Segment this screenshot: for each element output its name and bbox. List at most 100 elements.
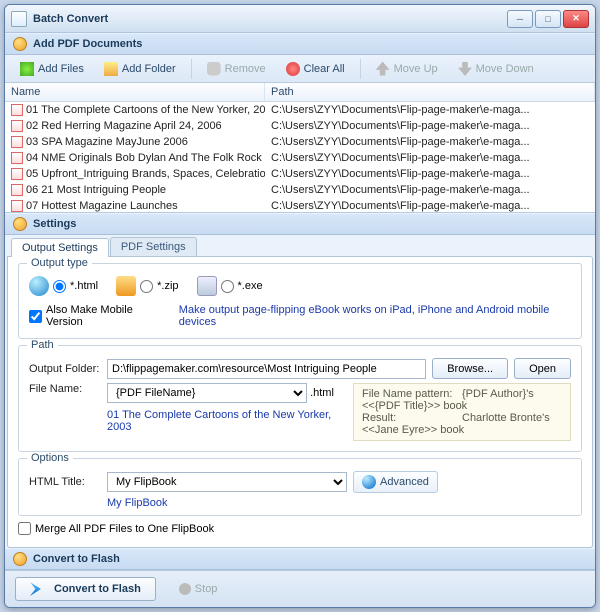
path-group: Path Output Folder: Browse... Open File … [18, 345, 582, 452]
group-label: Output type [27, 257, 92, 269]
path-column-header[interactable]: Path [265, 83, 595, 101]
remove-icon [207, 62, 221, 76]
table-row[interactable]: 05 Upfront_Intriguing Brands, Spaces, Ce… [5, 166, 595, 182]
clear-all-button[interactable]: Clear All [277, 58, 354, 80]
zip-radio[interactable] [140, 280, 153, 293]
html-title-select[interactable]: My FlipBook [107, 472, 347, 492]
table-row[interactable]: 03 SPA Magazine MayJune 2006C:\Users\ZYY… [5, 134, 595, 150]
merge-checkbox[interactable] [18, 522, 31, 535]
zip-icon [116, 276, 136, 296]
section-label: Convert to Flash [33, 553, 120, 565]
html-title-label: HTML Title: [29, 476, 101, 488]
exe-radio[interactable] [221, 280, 234, 293]
add-folder-button[interactable]: Add Folder [95, 58, 185, 80]
pdf-icon [11, 200, 23, 212]
browse-button[interactable]: Browse... [432, 358, 508, 379]
tab-output-settings[interactable]: Output Settings [11, 238, 109, 257]
add-files-button[interactable]: Add Files [11, 58, 93, 80]
separator [191, 59, 192, 79]
file-path: C:\Users\ZYY\Documents\Flip-page-maker\e… [265, 183, 595, 197]
app-icon [11, 11, 27, 27]
pdf-icon [11, 184, 23, 196]
section-label: Settings [33, 218, 76, 230]
settings-tabs-area: Output Settings PDF Settings Output type… [5, 235, 595, 548]
group-label: Options [27, 452, 73, 464]
convert-header[interactable]: Convert to Flash [5, 548, 595, 570]
mobile-label: Also Make Mobile Version [46, 304, 167, 328]
file-path: C:\Users\ZYY\Documents\Flip-page-maker\e… [265, 103, 595, 117]
separator [360, 59, 361, 79]
pdf-icon [11, 152, 23, 164]
file-name: 07 Hottest Magazine Launches [26, 200, 178, 212]
pattern-hint: File Name pattern:{PDF Author}'s <<{PDF … [353, 383, 571, 441]
file-name: 01 The Complete Cartoons of the New York… [26, 104, 265, 116]
pdf-icon [11, 104, 23, 116]
filename-example: 01 The Complete Cartoons of the New York… [107, 409, 347, 433]
output-type-group: Output type *.html *.zip *.exe Also Make… [18, 263, 582, 339]
file-name: 02 Red Herring Magazine April 24, 2006 [26, 120, 222, 132]
file-name: 04 NME Originals Bob Dylan And The Folk … [26, 152, 265, 164]
mobile-note: Make output page-flipping eBook works on… [179, 304, 571, 328]
file-path: C:\Users\ZYY\Documents\Flip-page-maker\e… [265, 151, 595, 165]
pdf-icon [11, 136, 23, 148]
table-row[interactable]: 02 Red Herring Magazine April 24, 2006 C:… [5, 118, 595, 134]
titlebar[interactable]: Batch Convert ─ □ ✕ [5, 5, 595, 33]
file-name: 05 Upfront_Intriguing Brands, Spaces, Ce… [26, 168, 265, 180]
group-label: Path [27, 339, 58, 351]
file-path: C:\Users\ZYY\Documents\Flip-page-maker\e… [265, 119, 595, 133]
stop-button: Stop [170, 579, 227, 599]
file-name: 06 21 Most Intriguing People [26, 184, 166, 196]
file-list[interactable]: Name Path 01 The Complete Cartoons of th… [5, 83, 595, 213]
title-preview: My FlipBook [107, 497, 571, 509]
move-down-button: Move Down [449, 58, 543, 80]
batch-convert-window: Batch Convert ─ □ ✕ Add PDF Documents Ad… [4, 4, 596, 608]
section-icon [13, 217, 27, 231]
merge-label: Merge All PDF Files to One FlipBook [35, 523, 214, 535]
add-documents-header[interactable]: Add PDF Documents [5, 33, 595, 55]
up-icon [376, 62, 390, 76]
pdf-icon [11, 120, 23, 132]
close-button[interactable]: ✕ [563, 10, 589, 28]
tab-pdf-settings[interactable]: PDF Settings [110, 237, 197, 256]
output-folder-label: Output Folder: [29, 363, 101, 375]
stop-icon [179, 583, 191, 595]
convert-to-flash-button[interactable]: Convert to Flash [15, 577, 156, 601]
minimize-button[interactable]: ─ [507, 10, 533, 28]
table-row[interactable]: 01 The Complete Cartoons of the New York… [5, 102, 595, 118]
move-up-button: Move Up [367, 58, 447, 80]
play-icon [30, 582, 48, 596]
file-name-select[interactable]: {PDF FileName} [107, 383, 307, 403]
table-row[interactable]: 04 NME Originals Bob Dylan And The Folk … [5, 150, 595, 166]
list-header: Name Path [5, 83, 595, 102]
folder-icon [104, 62, 118, 76]
advanced-button[interactable]: Advanced [353, 471, 438, 493]
html-radio[interactable] [53, 280, 66, 293]
settings-header[interactable]: Settings [5, 213, 595, 235]
mobile-version-checkbox[interactable] [29, 310, 42, 323]
options-group: Options HTML Title: My FlipBook Advanced… [18, 458, 582, 516]
table-row[interactable]: 06 21 Most Intriguing People C:\Users\ZYY… [5, 182, 595, 198]
section-icon [13, 552, 27, 566]
files-toolbar: Add Files Add Folder Remove Clear All Mo… [5, 55, 595, 83]
plus-icon [20, 62, 34, 76]
window-title: Batch Convert [33, 13, 507, 25]
output-settings-panel: Output type *.html *.zip *.exe Also Make… [7, 256, 593, 548]
maximize-button[interactable]: □ [535, 10, 561, 28]
section-icon [13, 37, 27, 51]
file-path: C:\Users\ZYY\Documents\Flip-page-maker\e… [265, 199, 595, 213]
clear-icon [286, 62, 300, 76]
down-icon [458, 62, 472, 76]
file-name: 03 SPA Magazine MayJune 2006 [26, 136, 188, 148]
section-label: Add PDF Documents [33, 38, 142, 50]
exe-icon [197, 276, 217, 296]
gear-icon [362, 475, 376, 489]
footer-bar: Convert to Flash Stop [5, 570, 595, 607]
remove-button: Remove [198, 58, 275, 80]
pdf-icon [11, 168, 23, 180]
output-folder-input[interactable] [107, 359, 426, 379]
file-name-label: File Name: [29, 383, 101, 395]
file-ext-label: .html [310, 387, 334, 399]
open-button[interactable]: Open [514, 358, 571, 379]
name-column-header[interactable]: Name [5, 83, 265, 101]
table-row[interactable]: 07 Hottest Magazine Launches C:\Users\ZYY… [5, 198, 595, 213]
